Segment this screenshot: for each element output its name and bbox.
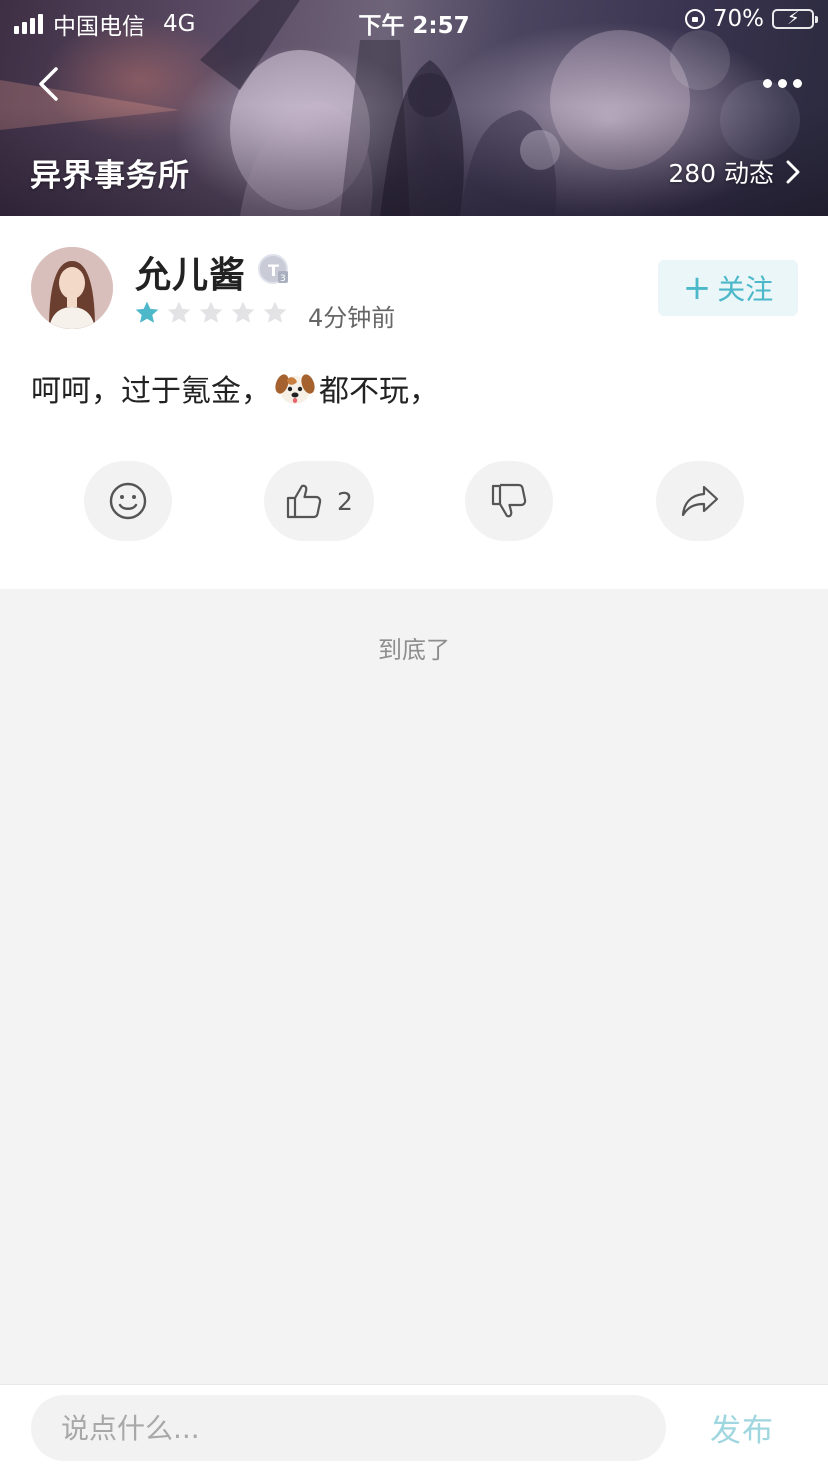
thumbs-up-icon bbox=[286, 484, 322, 519]
more-dot-icon bbox=[777, 78, 787, 88]
dislike-button[interactable] bbox=[465, 461, 553, 541]
emoji-reaction-button[interactable] bbox=[84, 461, 172, 541]
svg-text:T: T bbox=[268, 261, 279, 280]
user-avatar-image bbox=[31, 247, 113, 329]
more-dot-icon bbox=[792, 78, 802, 88]
like-button[interactable]: 2 bbox=[264, 461, 374, 541]
plus-icon: + bbox=[682, 268, 712, 308]
star-empty-icon bbox=[231, 301, 255, 323]
star-empty-icon bbox=[199, 301, 223, 323]
publish-button[interactable]: 发布 bbox=[710, 1405, 774, 1450]
more-button[interactable] bbox=[760, 68, 804, 98]
back-button[interactable] bbox=[28, 62, 68, 106]
post-text-before: 呵呵，过于氪金， bbox=[31, 374, 271, 409]
avatar[interactable] bbox=[31, 247, 113, 329]
smiley-icon bbox=[109, 482, 147, 520]
share-arrow-icon bbox=[681, 485, 719, 517]
more-dot-icon bbox=[762, 78, 772, 88]
comment-bar: 发布 bbox=[0, 1384, 828, 1472]
chevron-right-icon bbox=[786, 160, 800, 184]
svg-text:3: 3 bbox=[280, 274, 286, 284]
follow-label: 关注 bbox=[717, 273, 774, 306]
battery-percent: 70% bbox=[712, 6, 764, 32]
username[interactable]: 允儿酱 bbox=[135, 246, 246, 298]
thumbs-down-icon bbox=[491, 483, 527, 518]
battery-icon: ⚡ bbox=[772, 9, 818, 29]
like-count: 2 bbox=[337, 486, 353, 516]
dog-face-emoji-icon bbox=[275, 374, 315, 404]
rating-stars bbox=[134, 300, 288, 326]
post-card: 允儿酱 T 3 4分钟前 + 关注 呵呵，过于氪金， 都不玩， 2 bbox=[0, 216, 828, 589]
share-button[interactable] bbox=[656, 461, 744, 541]
post-time: 4分钟前 bbox=[308, 304, 396, 332]
feed-count-link[interactable]: 280 动态 bbox=[668, 154, 800, 190]
star-empty-icon bbox=[263, 301, 287, 323]
chevron-left-icon bbox=[39, 67, 58, 101]
star-filled-icon bbox=[135, 301, 159, 323]
status-right: 70% ⚡ bbox=[684, 6, 818, 32]
post-text-after: 都不玩， bbox=[319, 374, 439, 409]
status-bar: 中国电信 4G 下午 2:57 70% ⚡ bbox=[0, 0, 828, 42]
group-title: 异界事务所 bbox=[30, 158, 190, 194]
follow-button[interactable]: + 关注 bbox=[658, 260, 798, 316]
comment-input[interactable] bbox=[31, 1395, 666, 1461]
post-content: 呵呵，过于氪金， 都不玩， bbox=[31, 366, 439, 410]
feed-end-text: 到底了 bbox=[378, 636, 450, 664]
level-badge-icon: T 3 bbox=[258, 254, 288, 284]
rotation-lock-icon bbox=[684, 9, 705, 29]
star-empty-icon bbox=[167, 301, 191, 323]
feed-count-label: 280 动态 bbox=[668, 159, 774, 188]
